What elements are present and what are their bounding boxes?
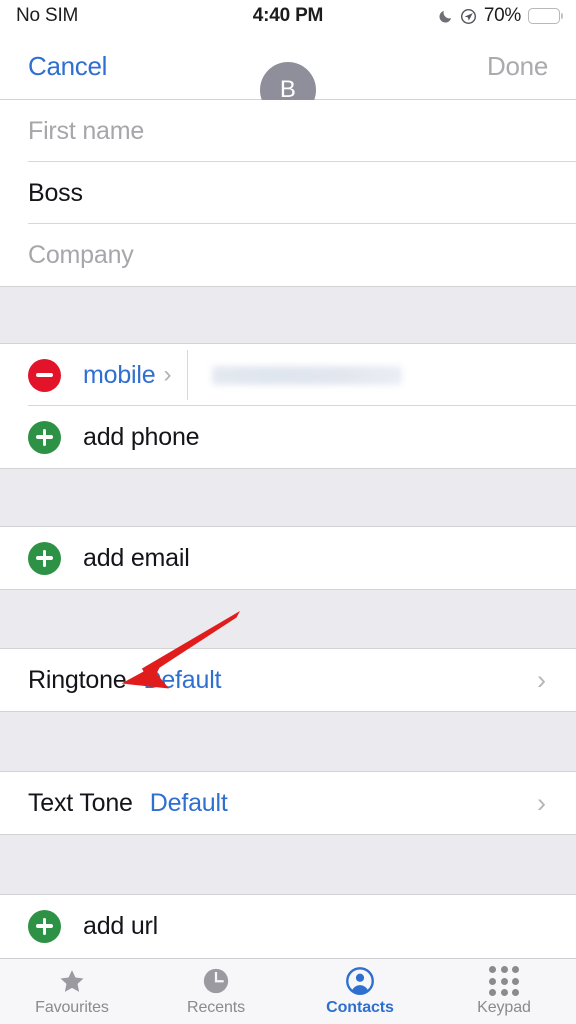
contact-edit-screen: No SIM 4:40 PM 70% Cancel B Done First n… bbox=[0, 0, 576, 1024]
phone-number-redacted[interactable] bbox=[212, 365, 403, 385]
section-gap-5 bbox=[0, 834, 576, 895]
ringtone-value: Default bbox=[143, 665, 222, 694]
add-url-button[interactable]: add url bbox=[0, 895, 576, 957]
plus-circle-icon[interactable] bbox=[28, 420, 61, 454]
section-gap-3 bbox=[0, 589, 576, 649]
text-tone-value: Default bbox=[149, 788, 228, 817]
location-icon bbox=[460, 8, 477, 25]
first-name-field[interactable]: First name bbox=[0, 100, 576, 162]
tab-label-recents: Recents bbox=[187, 999, 245, 1016]
add-url-label: add url bbox=[83, 911, 159, 940]
cancel-button[interactable]: Cancel bbox=[28, 32, 107, 100]
tab-recents[interactable]: Recents bbox=[144, 959, 288, 1024]
add-email-button[interactable]: add email bbox=[0, 527, 576, 589]
keypad-grid-icon bbox=[489, 966, 519, 996]
field-divider bbox=[187, 350, 189, 400]
add-email-label: add email bbox=[83, 543, 190, 572]
chevron-right-icon: › bbox=[537, 787, 546, 818]
moon-icon bbox=[438, 9, 453, 24]
phone-label[interactable]: mobile bbox=[83, 361, 156, 390]
done-button[interactable]: Done bbox=[487, 32, 548, 100]
text-tone-row[interactable]: Text Tone Default › bbox=[0, 772, 576, 834]
chevron-right-icon: › bbox=[537, 664, 546, 695]
tab-label-favourites: Favourites bbox=[35, 999, 109, 1016]
contact-form: First name Boss Company mobile › add pho… bbox=[0, 100, 576, 957]
navigation-bar: Cancel B Done bbox=[0, 32, 576, 118]
plus-circle-icon[interactable] bbox=[28, 909, 61, 943]
section-gap-4 bbox=[0, 711, 576, 772]
section-gap-2 bbox=[0, 468, 576, 527]
section-gap-1 bbox=[0, 286, 576, 344]
chevron-right-icon: › bbox=[163, 361, 172, 388]
clock-icon bbox=[202, 966, 230, 996]
company-placeholder: Company bbox=[28, 240, 134, 269]
phone-row-mobile[interactable]: mobile › bbox=[0, 344, 576, 406]
battery-icon bbox=[528, 8, 560, 24]
tab-keypad[interactable]: Keypad bbox=[432, 959, 576, 1024]
plus-circle-icon[interactable] bbox=[28, 541, 61, 575]
tab-contacts[interactable]: Contacts bbox=[288, 959, 432, 1024]
status-bar: No SIM 4:40 PM 70% bbox=[0, 0, 576, 32]
star-icon bbox=[57, 966, 87, 996]
last-name-field[interactable]: Boss bbox=[0, 162, 576, 224]
status-indicators: 70% bbox=[438, 5, 560, 27]
text-tone-label: Text Tone bbox=[28, 788, 133, 817]
ringtone-row[interactable]: Ringtone Default › bbox=[0, 649, 576, 711]
company-field[interactable]: Company bbox=[0, 224, 576, 286]
tab-favourites[interactable]: Favourites bbox=[0, 959, 144, 1024]
add-phone-label: add phone bbox=[83, 422, 200, 451]
tab-bar: Favourites Recents Contacts Keypad bbox=[0, 958, 576, 1024]
last-name-value: Boss bbox=[28, 178, 83, 207]
minus-circle-icon[interactable] bbox=[28, 358, 61, 392]
battery-percent-label: 70% bbox=[483, 5, 521, 26]
tab-label-keypad: Keypad bbox=[477, 999, 531, 1016]
ringtone-label: Ringtone bbox=[28, 665, 127, 694]
tab-label-contacts: Contacts bbox=[326, 999, 394, 1016]
first-name-placeholder: First name bbox=[28, 116, 145, 145]
person-circle-icon bbox=[345, 966, 375, 996]
add-phone-button[interactable]: add phone bbox=[0, 406, 576, 468]
